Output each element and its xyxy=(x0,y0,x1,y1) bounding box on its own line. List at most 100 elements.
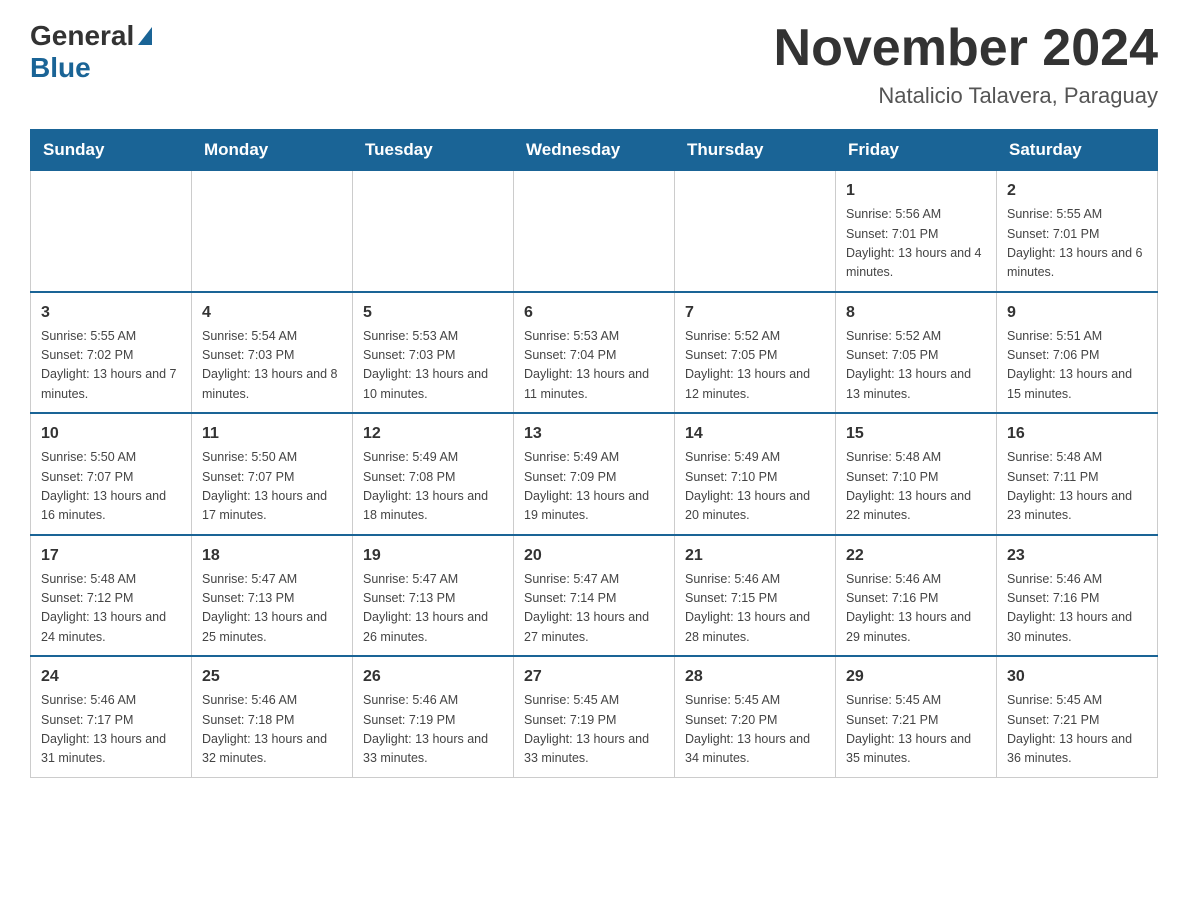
day-number: 20 xyxy=(524,544,664,568)
day-number: 6 xyxy=(524,301,664,325)
day-number: 19 xyxy=(363,544,503,568)
calendar-table: SundayMondayTuesdayWednesdayThursdayFrid… xyxy=(30,129,1158,778)
calendar-week-row: 1Sunrise: 5:56 AMSunset: 7:01 PMDaylight… xyxy=(31,171,1158,292)
calendar-cell: 5Sunrise: 5:53 AMSunset: 7:03 PMDaylight… xyxy=(353,292,514,414)
day-number: 30 xyxy=(1007,665,1147,689)
day-info: Sunrise: 5:52 AMSunset: 7:05 PMDaylight:… xyxy=(846,327,986,405)
day-number: 24 xyxy=(41,665,181,689)
day-info: Sunrise: 5:45 AMSunset: 7:19 PMDaylight:… xyxy=(524,691,664,769)
day-number: 5 xyxy=(363,301,503,325)
day-number: 16 xyxy=(1007,422,1147,446)
calendar-cell: 7Sunrise: 5:52 AMSunset: 7:05 PMDaylight… xyxy=(675,292,836,414)
col-header-saturday: Saturday xyxy=(997,130,1158,171)
calendar-cell: 29Sunrise: 5:45 AMSunset: 7:21 PMDayligh… xyxy=(836,656,997,777)
calendar-cell xyxy=(514,171,675,292)
calendar-cell: 20Sunrise: 5:47 AMSunset: 7:14 PMDayligh… xyxy=(514,535,675,657)
calendar-cell: 23Sunrise: 5:46 AMSunset: 7:16 PMDayligh… xyxy=(997,535,1158,657)
day-number: 21 xyxy=(685,544,825,568)
calendar-cell: 17Sunrise: 5:48 AMSunset: 7:12 PMDayligh… xyxy=(31,535,192,657)
day-info: Sunrise: 5:47 AMSunset: 7:13 PMDaylight:… xyxy=(202,570,342,648)
calendar-cell: 8Sunrise: 5:52 AMSunset: 7:05 PMDaylight… xyxy=(836,292,997,414)
day-number: 14 xyxy=(685,422,825,446)
day-number: 27 xyxy=(524,665,664,689)
day-info: Sunrise: 5:48 AMSunset: 7:11 PMDaylight:… xyxy=(1007,448,1147,526)
day-number: 10 xyxy=(41,422,181,446)
calendar-week-row: 3Sunrise: 5:55 AMSunset: 7:02 PMDaylight… xyxy=(31,292,1158,414)
day-info: Sunrise: 5:45 AMSunset: 7:21 PMDaylight:… xyxy=(1007,691,1147,769)
day-info: Sunrise: 5:47 AMSunset: 7:13 PMDaylight:… xyxy=(363,570,503,648)
day-info: Sunrise: 5:47 AMSunset: 7:14 PMDaylight:… xyxy=(524,570,664,648)
day-number: 11 xyxy=(202,422,342,446)
calendar-cell: 18Sunrise: 5:47 AMSunset: 7:13 PMDayligh… xyxy=(192,535,353,657)
logo-blue-text: Blue xyxy=(30,52,91,83)
location-title: Natalicio Talavera, Paraguay xyxy=(774,83,1158,109)
day-number: 25 xyxy=(202,665,342,689)
logo: General Blue xyxy=(30,20,152,84)
calendar-cell: 13Sunrise: 5:49 AMSunset: 7:09 PMDayligh… xyxy=(514,413,675,535)
month-title: November 2024 xyxy=(774,20,1158,77)
calendar-cell: 1Sunrise: 5:56 AMSunset: 7:01 PMDaylight… xyxy=(836,171,997,292)
calendar-cell: 21Sunrise: 5:46 AMSunset: 7:15 PMDayligh… xyxy=(675,535,836,657)
day-number: 28 xyxy=(685,665,825,689)
day-info: Sunrise: 5:46 AMSunset: 7:16 PMDaylight:… xyxy=(846,570,986,648)
calendar-header-row: SundayMondayTuesdayWednesdayThursdayFrid… xyxy=(31,130,1158,171)
col-header-thursday: Thursday xyxy=(675,130,836,171)
day-number: 9 xyxy=(1007,301,1147,325)
calendar-week-row: 10Sunrise: 5:50 AMSunset: 7:07 PMDayligh… xyxy=(31,413,1158,535)
day-info: Sunrise: 5:46 AMSunset: 7:18 PMDaylight:… xyxy=(202,691,342,769)
col-header-tuesday: Tuesday xyxy=(353,130,514,171)
day-info: Sunrise: 5:50 AMSunset: 7:07 PMDaylight:… xyxy=(41,448,181,526)
calendar-cell xyxy=(353,171,514,292)
day-number: 26 xyxy=(363,665,503,689)
day-number: 17 xyxy=(41,544,181,568)
calendar-cell: 16Sunrise: 5:48 AMSunset: 7:11 PMDayligh… xyxy=(997,413,1158,535)
day-number: 12 xyxy=(363,422,503,446)
day-info: Sunrise: 5:45 AMSunset: 7:21 PMDaylight:… xyxy=(846,691,986,769)
day-info: Sunrise: 5:51 AMSunset: 7:06 PMDaylight:… xyxy=(1007,327,1147,405)
day-info: Sunrise: 5:49 AMSunset: 7:08 PMDaylight:… xyxy=(363,448,503,526)
day-number: 4 xyxy=(202,301,342,325)
calendar-cell: 30Sunrise: 5:45 AMSunset: 7:21 PMDayligh… xyxy=(997,656,1158,777)
day-info: Sunrise: 5:54 AMSunset: 7:03 PMDaylight:… xyxy=(202,327,342,405)
calendar-cell: 9Sunrise: 5:51 AMSunset: 7:06 PMDaylight… xyxy=(997,292,1158,414)
calendar-cell: 26Sunrise: 5:46 AMSunset: 7:19 PMDayligh… xyxy=(353,656,514,777)
col-header-sunday: Sunday xyxy=(31,130,192,171)
calendar-cell: 24Sunrise: 5:46 AMSunset: 7:17 PMDayligh… xyxy=(31,656,192,777)
calendar-cell: 15Sunrise: 5:48 AMSunset: 7:10 PMDayligh… xyxy=(836,413,997,535)
day-info: Sunrise: 5:53 AMSunset: 7:04 PMDaylight:… xyxy=(524,327,664,405)
calendar-cell: 6Sunrise: 5:53 AMSunset: 7:04 PMDaylight… xyxy=(514,292,675,414)
calendar-cell: 14Sunrise: 5:49 AMSunset: 7:10 PMDayligh… xyxy=(675,413,836,535)
calendar-cell: 3Sunrise: 5:55 AMSunset: 7:02 PMDaylight… xyxy=(31,292,192,414)
calendar-cell: 27Sunrise: 5:45 AMSunset: 7:19 PMDayligh… xyxy=(514,656,675,777)
day-info: Sunrise: 5:55 AMSunset: 7:01 PMDaylight:… xyxy=(1007,205,1147,283)
logo-triangle-icon xyxy=(138,27,152,45)
day-info: Sunrise: 5:45 AMSunset: 7:20 PMDaylight:… xyxy=(685,691,825,769)
day-number: 15 xyxy=(846,422,986,446)
day-info: Sunrise: 5:48 AMSunset: 7:10 PMDaylight:… xyxy=(846,448,986,526)
col-header-wednesday: Wednesday xyxy=(514,130,675,171)
calendar-cell: 19Sunrise: 5:47 AMSunset: 7:13 PMDayligh… xyxy=(353,535,514,657)
day-number: 18 xyxy=(202,544,342,568)
day-info: Sunrise: 5:50 AMSunset: 7:07 PMDaylight:… xyxy=(202,448,342,526)
day-info: Sunrise: 5:46 AMSunset: 7:16 PMDaylight:… xyxy=(1007,570,1147,648)
day-info: Sunrise: 5:53 AMSunset: 7:03 PMDaylight:… xyxy=(363,327,503,405)
col-header-monday: Monday xyxy=(192,130,353,171)
day-number: 13 xyxy=(524,422,664,446)
day-number: 2 xyxy=(1007,179,1147,203)
calendar-cell xyxy=(675,171,836,292)
day-info: Sunrise: 5:49 AMSunset: 7:09 PMDaylight:… xyxy=(524,448,664,526)
calendar-cell: 12Sunrise: 5:49 AMSunset: 7:08 PMDayligh… xyxy=(353,413,514,535)
calendar-cell: 11Sunrise: 5:50 AMSunset: 7:07 PMDayligh… xyxy=(192,413,353,535)
title-block: November 2024 Natalicio Talavera, Paragu… xyxy=(774,20,1158,109)
calendar-cell: 10Sunrise: 5:50 AMSunset: 7:07 PMDayligh… xyxy=(31,413,192,535)
calendar-cell: 28Sunrise: 5:45 AMSunset: 7:20 PMDayligh… xyxy=(675,656,836,777)
calendar-week-row: 24Sunrise: 5:46 AMSunset: 7:17 PMDayligh… xyxy=(31,656,1158,777)
col-header-friday: Friday xyxy=(836,130,997,171)
day-info: Sunrise: 5:49 AMSunset: 7:10 PMDaylight:… xyxy=(685,448,825,526)
day-number: 22 xyxy=(846,544,986,568)
day-info: Sunrise: 5:46 AMSunset: 7:19 PMDaylight:… xyxy=(363,691,503,769)
day-info: Sunrise: 5:46 AMSunset: 7:15 PMDaylight:… xyxy=(685,570,825,648)
page-header: General Blue November 2024 Natalicio Tal… xyxy=(30,20,1158,109)
calendar-cell xyxy=(31,171,192,292)
day-info: Sunrise: 5:52 AMSunset: 7:05 PMDaylight:… xyxy=(685,327,825,405)
